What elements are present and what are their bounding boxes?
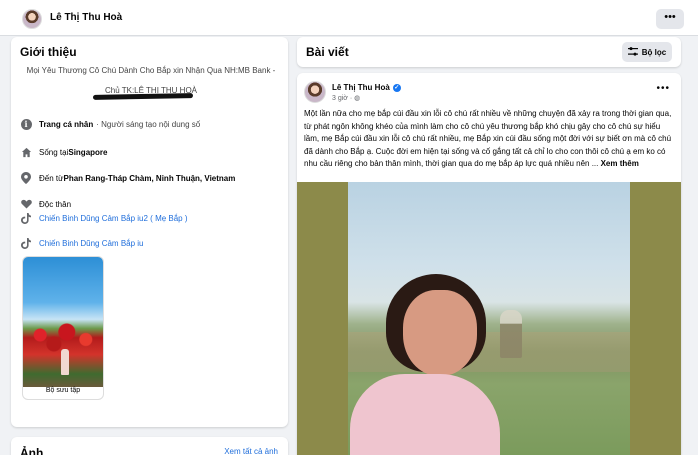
profile-topbar: Lê Thị Thu Hoà ••• (0, 0, 698, 36)
photo-background-person (500, 310, 522, 358)
tiktok-icon (20, 212, 32, 224)
redaction-scribble (92, 93, 194, 100)
intro-item-text: Độc thân (39, 199, 72, 209)
posts-title: Bài viết (306, 45, 349, 59)
intro-item-tiktok-1[interactable]: Chiến Binh Dũng Cảm Bắp iu2 ( Mẹ Bắp ) (20, 211, 188, 225)
post-timestamp[interactable]: 3 giờ · ◍ (332, 94, 360, 102)
collection-figure (61, 349, 69, 375)
post-author-label[interactable]: Lê Thị Thu Hoà (332, 83, 390, 92)
photo-face (403, 290, 477, 376)
post-time-label[interactable]: 3 giờ · (332, 95, 354, 102)
post-card: Lê Thị Thu Hoà ✓ 3 giờ · ◍ ••• Một lần n… (297, 73, 681, 455)
info-icon: i (20, 118, 32, 130)
intro-item-tiktok-2[interactable]: Chiến Binh Dũng Cảm Bắp iu (20, 236, 144, 250)
profile-name[interactable]: Lê Thị Thu Hoà (50, 12, 122, 23)
see-all-photos-link[interactable]: Xem tất cả ảnh (224, 447, 278, 455)
intro-item-relationship: Độc thân (20, 197, 71, 211)
tiktok-icon (20, 237, 32, 249)
heart-icon (20, 198, 32, 210)
intro-item-prefix: Sống tại (39, 147, 69, 157)
photo-scene (348, 182, 630, 455)
post-author-avatar[interactable] (304, 81, 326, 103)
see-more-link[interactable]: Xem thêm (601, 159, 639, 168)
intro-bio: Mọi Yêu Thương Cô Chú Dành Cho Bắp xin N… (20, 65, 282, 97)
post-photo[interactable] (297, 182, 681, 455)
filter-icon (627, 46, 638, 58)
intro-item-bold: Trang cá nhân (39, 119, 94, 129)
more-options-button[interactable]: ••• (656, 9, 684, 29)
post-author-name[interactable]: Lê Thị Thu Hoà ✓ (332, 83, 401, 92)
filter-label: Bộ lọc (641, 47, 667, 57)
intro-item-text[interactable]: Chiến Binh Dũng Cảm Bắp iu (39, 239, 144, 248)
post-text: Một lần nữa cho mẹ bắp cúi đầu xin lỗi c… (304, 108, 674, 171)
photos-card: Ảnh Xem tất cả ảnh (11, 437, 288, 455)
intro-item-lives-in: Sống tại Singapore (20, 145, 110, 159)
profile-avatar[interactable] (22, 9, 42, 29)
collection-label: Bộ sưu tập (45, 387, 81, 394)
post-more-options-button[interactable]: ••• (656, 83, 670, 94)
intro-item-text[interactable]: Chiến Binh Dũng Cảm Bắp iu2 ( Mẹ Bắp ) (39, 214, 188, 223)
intro-item-prefix: Đến từ (39, 173, 64, 183)
intro-item-profile: i Trang cá nhân · Người sáng tạo nội dun… (20, 117, 200, 131)
verified-badge-icon: ✓ (392, 83, 401, 92)
collection-thumbnail[interactable]: Bộ sưu tập (22, 256, 104, 400)
location-pin-icon (20, 172, 32, 184)
bio-line-1: Mọi Yêu Thương Cô Chú Dành Cho Bắp xin N… (26, 66, 276, 75)
posts-header-card: Bài viết Bộ lọc (297, 37, 681, 67)
intro-item-bold[interactable]: Phan Rang-Tháp Chàm, Ninh Thuận, Vietnam (63, 174, 235, 183)
photos-title: Ảnh (20, 446, 44, 455)
intro-item-text: · Người sáng tạo nội dung số (96, 119, 201, 129)
globe-icon: ◍ (354, 95, 361, 102)
intro-title: Giới thiệu (20, 45, 77, 59)
intro-item-from: Đến từ Phan Rang-Tháp Chàm, Ninh Thuận, … (20, 171, 238, 185)
photo-body (350, 374, 500, 455)
filter-button[interactable]: Bộ lọc (622, 42, 672, 62)
home-icon (20, 146, 32, 158)
intro-item-bold[interactable]: Singapore (68, 148, 107, 157)
